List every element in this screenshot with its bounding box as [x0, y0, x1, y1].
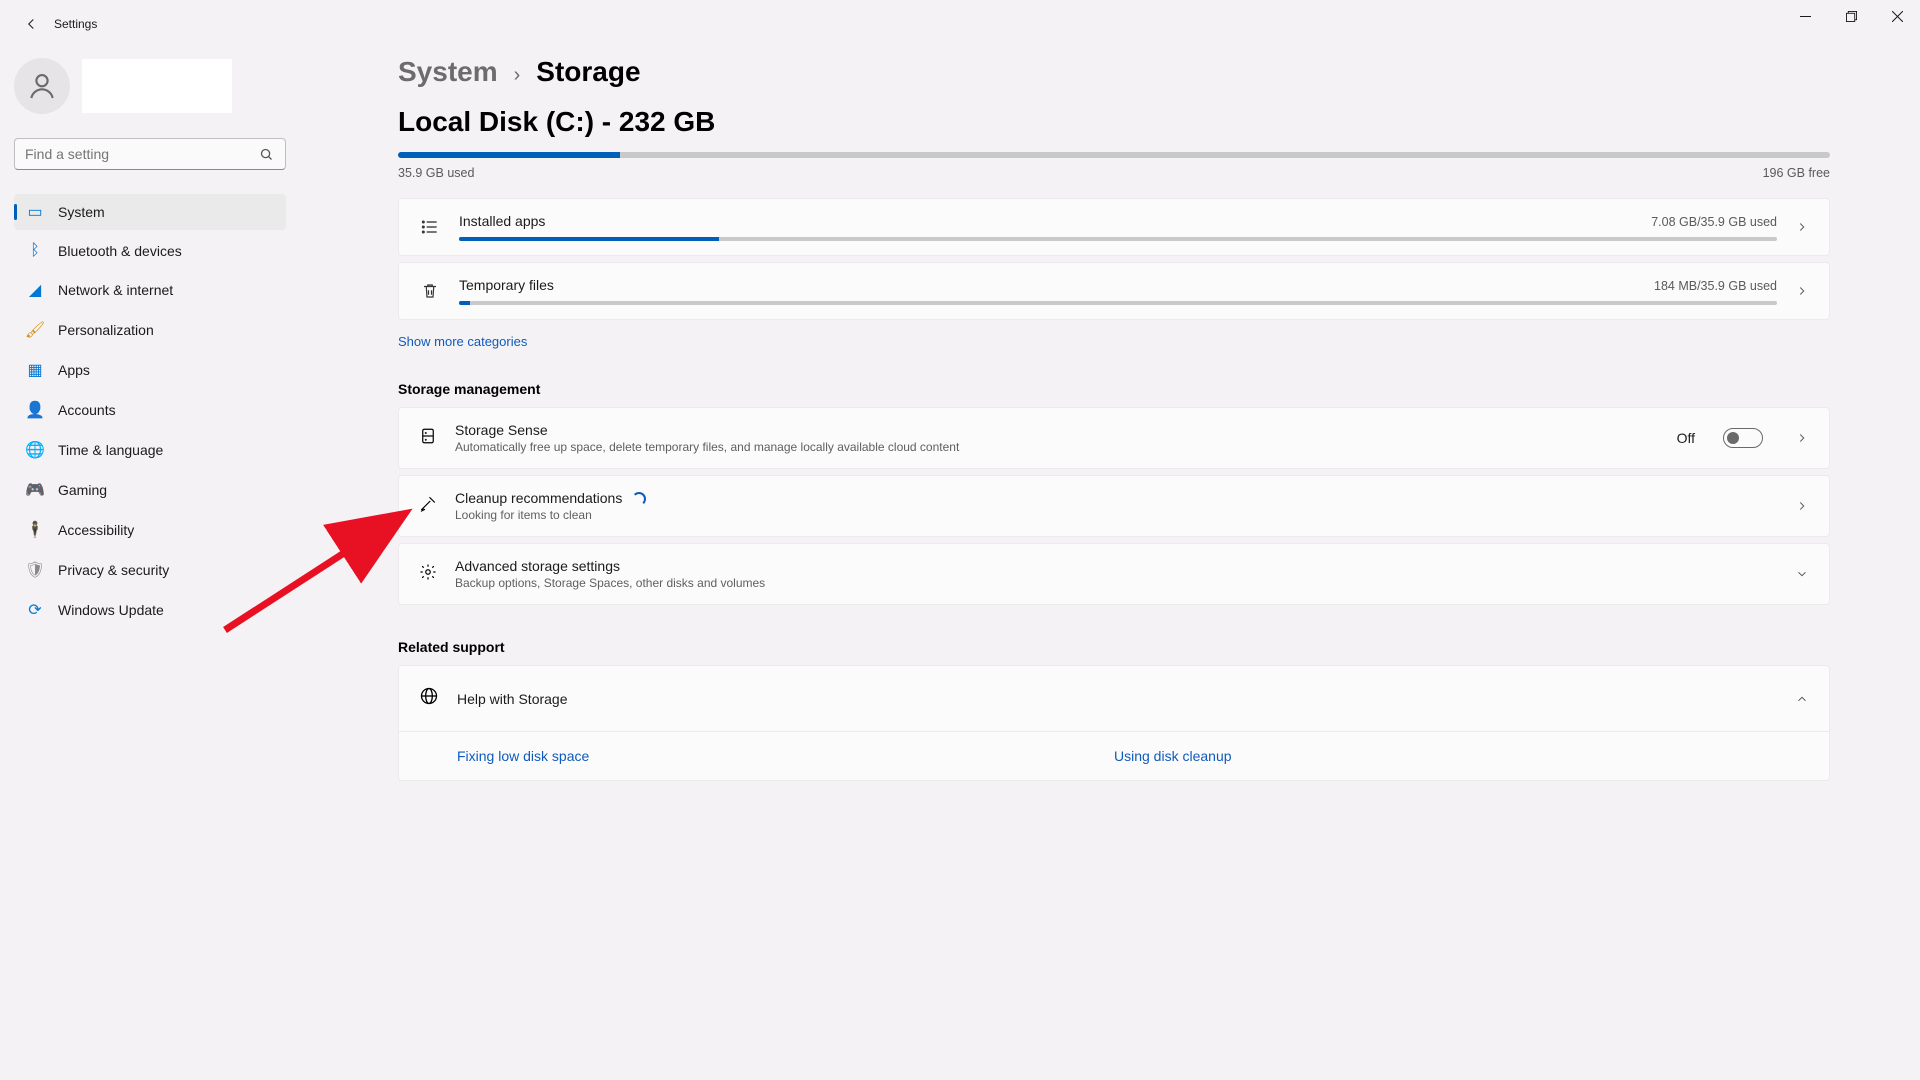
- nav-update[interactable]: ⟳Windows Update: [14, 592, 286, 628]
- help-with-storage-header[interactable]: Help with Storage: [399, 666, 1829, 731]
- search-icon: [259, 147, 274, 167]
- help-link-disk-cleanup[interactable]: Using disk cleanup: [1114, 748, 1771, 764]
- nav-network[interactable]: ◢Network & internet: [14, 272, 286, 308]
- broom-icon: [419, 495, 437, 518]
- account-header[interactable]: [14, 58, 286, 114]
- sidebar-nav: ▭System ᛒBluetooth & devices ◢Network & …: [14, 194, 286, 628]
- related-support-heading: Related support: [398, 639, 1830, 655]
- chevron-right-icon: [1795, 499, 1809, 513]
- shield-icon: 🛡: [26, 560, 44, 580]
- help-link-low-disk-space[interactable]: Fixing low disk space: [457, 748, 1114, 764]
- wifi-icon: ◢: [26, 280, 44, 300]
- storage-management-heading: Storage management: [398, 381, 1830, 397]
- chevron-right-icon: ›: [514, 64, 521, 87]
- category-installed-apps[interactable]: Installed apps7.08 GB/35.9 GB used: [398, 198, 1830, 256]
- accessibility-icon: 🕴: [26, 520, 44, 540]
- apps-icon: ▦: [26, 360, 44, 380]
- disk-used-label: 35.9 GB used: [398, 166, 474, 180]
- nav-apps[interactable]: ▦Apps: [14, 352, 286, 388]
- storage-sense-toggle[interactable]: [1723, 428, 1763, 448]
- cleanup-recommendations-card[interactable]: Cleanup recommendations Looking for item…: [398, 475, 1830, 537]
- drive-icon: [419, 427, 437, 450]
- toggle-state-label: Off: [1677, 430, 1695, 446]
- globe-icon: 🌐: [26, 440, 44, 460]
- brush-icon: 🖌: [26, 320, 44, 340]
- maximize-button[interactable]: [1828, 0, 1874, 32]
- chevron-right-icon: [1795, 284, 1809, 298]
- advanced-storage-settings-card[interactable]: Advanced storage settings Backup options…: [398, 543, 1830, 605]
- gear-icon: [419, 563, 437, 586]
- disk-title: Local Disk (C:) - 232 GB: [398, 106, 1830, 138]
- chevron-down-icon: [1795, 567, 1809, 581]
- breadcrumb-parent[interactable]: System: [398, 56, 498, 88]
- nav-gaming[interactable]: 🎮Gaming: [14, 472, 286, 508]
- back-button[interactable]: [14, 7, 48, 41]
- help-with-storage-card: Help with Storage Fixing low disk space …: [398, 665, 1830, 781]
- chevron-right-icon: [1795, 220, 1809, 234]
- close-button[interactable]: [1874, 0, 1920, 32]
- nav-accounts[interactable]: 👤Accounts: [14, 392, 286, 428]
- loading-spinner-icon: [632, 492, 646, 506]
- update-icon: ⟳: [26, 600, 44, 620]
- trash-icon: [419, 282, 441, 300]
- storage-sense-card[interactable]: Storage Sense Automatically free up spac…: [398, 407, 1830, 469]
- breadcrumb-current: Storage: [536, 56, 640, 88]
- nav-system[interactable]: ▭System: [14, 194, 286, 230]
- gamepad-icon: 🎮: [26, 480, 44, 500]
- display-icon: ▭: [26, 202, 44, 222]
- person-icon: 👤: [26, 400, 44, 420]
- account-name-placeholder: [82, 59, 232, 113]
- minimize-button[interactable]: [1782, 0, 1828, 32]
- app-title: Settings: [54, 17, 97, 31]
- list-icon: [419, 217, 441, 237]
- avatar: [14, 58, 70, 114]
- disk-free-label: 196 GB free: [1763, 166, 1830, 180]
- globe-icon: [419, 686, 439, 711]
- show-more-categories-link[interactable]: Show more categories: [398, 334, 527, 349]
- nav-bluetooth[interactable]: ᛒBluetooth & devices: [14, 234, 286, 268]
- chevron-right-icon: [1795, 431, 1809, 445]
- nav-accessibility[interactable]: 🕴Accessibility: [14, 512, 286, 548]
- nav-time[interactable]: 🌐Time & language: [14, 432, 286, 468]
- category-temporary-files[interactable]: Temporary files184 MB/35.9 GB used: [398, 262, 1830, 320]
- chevron-up-icon: [1795, 692, 1809, 706]
- disk-usage-bar: [398, 152, 1830, 158]
- breadcrumb: System › Storage: [398, 56, 1830, 88]
- search-input[interactable]: [14, 138, 286, 170]
- bluetooth-icon: ᛒ: [26, 242, 44, 260]
- nav-personalization[interactable]: 🖌Personalization: [14, 312, 286, 348]
- nav-privacy[interactable]: 🛡Privacy & security: [14, 552, 286, 588]
